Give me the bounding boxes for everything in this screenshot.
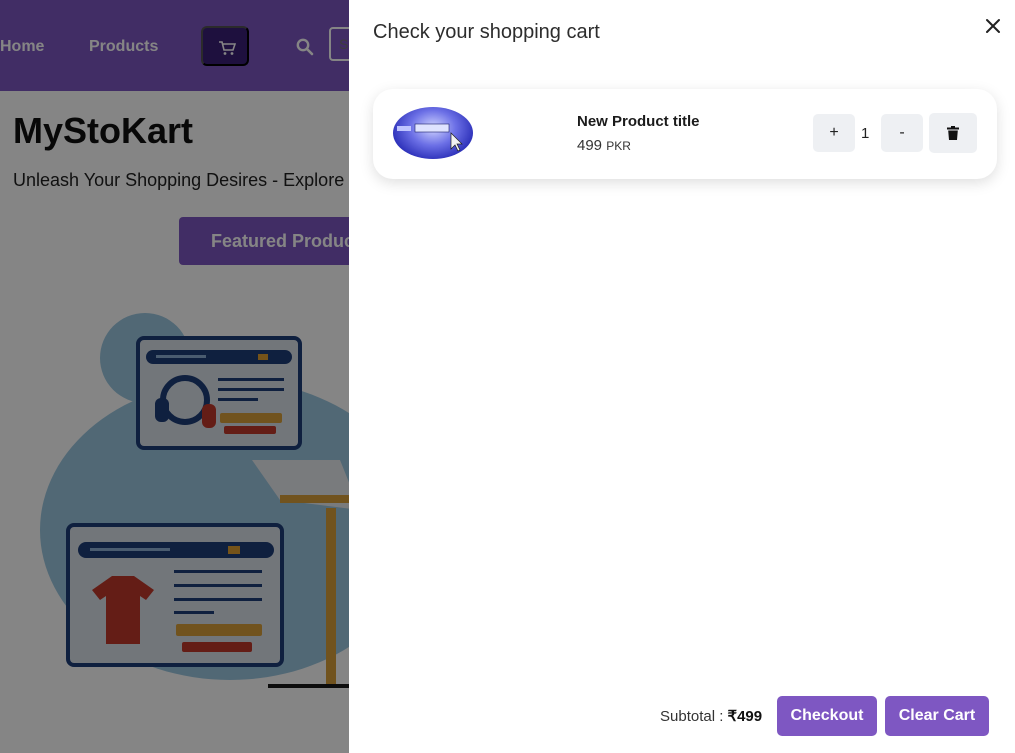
subtotal-label: Subtotal :	[660, 708, 728, 725]
cart-drawer-title: Check your shopping cart	[373, 21, 600, 43]
product-price: 499 PKR	[577, 137, 631, 154]
close-button[interactable]	[981, 14, 1005, 38]
cart-item: New Product title 499 PKR + 1 -	[373, 89, 997, 179]
cart-drawer: Check your shopping cart New Product tit…	[349, 0, 1015, 753]
clear-cart-button[interactable]: Clear Cart	[885, 696, 989, 736]
trash-icon	[947, 126, 959, 140]
increase-quantity-button[interactable]: +	[813, 114, 855, 152]
product-image	[397, 123, 463, 152]
product-currency: PKR	[606, 139, 631, 153]
checkout-button[interactable]: Checkout	[777, 696, 877, 736]
cart-subtotal: Subtotal : ₹499	[660, 707, 762, 725]
close-icon	[986, 19, 1000, 33]
product-thumbnail	[393, 107, 473, 159]
subtotal-value: ₹499	[727, 708, 763, 725]
decrease-quantity-button[interactable]: -	[881, 114, 923, 152]
quantity-value: 1	[861, 125, 870, 142]
product-name: New Product title	[577, 113, 700, 130]
remove-item-button[interactable]	[929, 113, 977, 153]
product-price-value: 499	[577, 137, 603, 154]
